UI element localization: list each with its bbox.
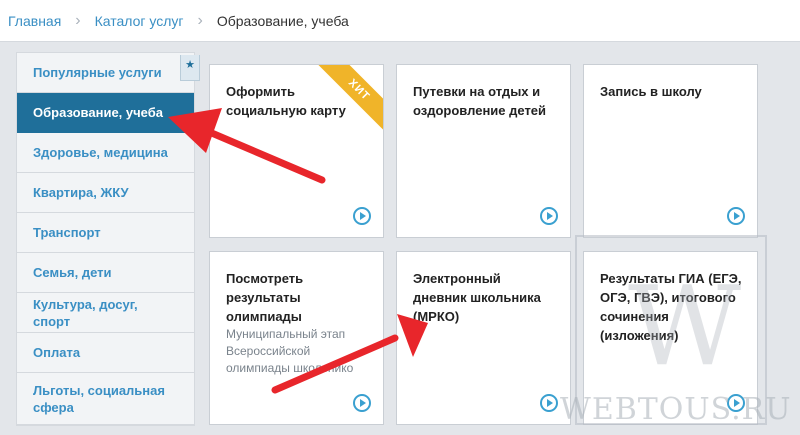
card-title: Посмотреть результаты олимпиады xyxy=(226,271,304,324)
service-card-social-card[interactable]: Оформить социальную карту ХИТ xyxy=(209,64,384,238)
sidebar-item-family[interactable]: Семья, дети xyxy=(17,253,194,293)
sidebar-item-education[interactable]: Образование, учеба xyxy=(17,93,194,133)
sidebar-item-payment[interactable]: Оплата xyxy=(17,333,194,373)
card-title: Электронный дневник школьника (МРКО) xyxy=(413,271,541,324)
sidebar-item-benefits[interactable]: Льготы, социальная сфера xyxy=(17,373,194,425)
chevron-right-icon: › xyxy=(75,11,81,29)
play-icon[interactable] xyxy=(540,394,558,412)
card-description: Муниципальный этап Всероссийской олимпиа… xyxy=(226,327,354,375)
category-sidebar: Популярные услуги Образование, учеба Здо… xyxy=(16,52,200,426)
play-icon[interactable] xyxy=(353,207,371,225)
card-title: Путевки на отдых и оздоровление детей xyxy=(413,84,547,118)
sidebar-item-housing[interactable]: Квартира, ЖКУ xyxy=(17,173,194,213)
play-icon[interactable] xyxy=(540,207,558,225)
service-card-e-diary[interactable]: Электронный дневник школьника (МРКО) xyxy=(396,251,571,425)
watermark-letter: W xyxy=(628,262,742,390)
watermark-text: WEBTOUS.RU xyxy=(560,392,792,427)
star-icon[interactable]: ★ xyxy=(180,55,200,81)
sidebar-item-popular[interactable]: Популярные услуги xyxy=(17,53,194,93)
breadcrumb-catalog-link[interactable]: Каталог услуг xyxy=(95,13,184,29)
breadcrumb-home-link[interactable]: Главная xyxy=(8,13,61,29)
service-card-olympiad-results[interactable]: Посмотреть результаты олимпиады Муниципа… xyxy=(209,251,384,425)
chevron-right-icon: › xyxy=(197,11,203,29)
sidebar-item-culture[interactable]: Культура, досуг, спорт xyxy=(17,293,194,333)
breadcrumb-current: Образование, учеба xyxy=(216,12,349,29)
sidebar-item-transport[interactable]: Транспорт xyxy=(17,213,194,253)
breadcrumb: Главная › Каталог услуг › Образование, у… xyxy=(0,0,800,42)
service-card-school-enrollment[interactable]: Запись в школу xyxy=(583,64,758,238)
card-title: Запись в школу xyxy=(600,84,702,99)
service-card-vouchers[interactable]: Путевки на отдых и оздоровление детей xyxy=(396,64,571,238)
sidebar-item-health[interactable]: Здоровье, медицина xyxy=(17,133,194,173)
play-icon[interactable] xyxy=(727,207,745,225)
play-icon[interactable] xyxy=(353,394,371,412)
